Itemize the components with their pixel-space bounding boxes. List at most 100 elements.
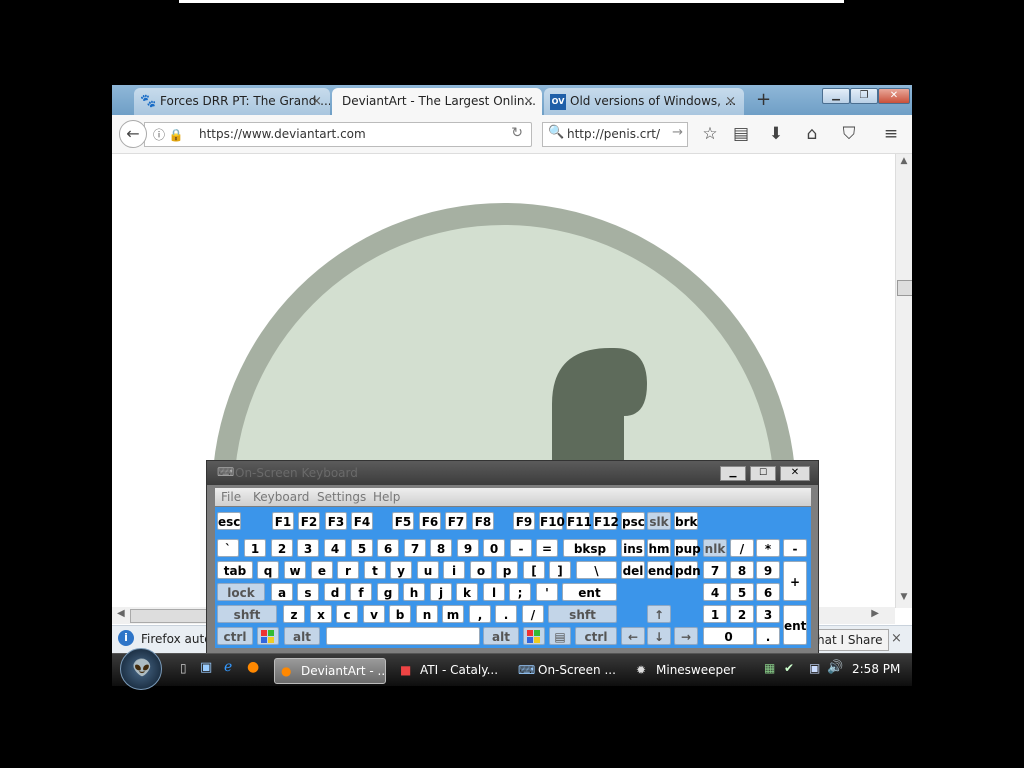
key-del[interactable]: del bbox=[621, 561, 645, 579]
key-left-alt[interactable]: alt bbox=[284, 627, 320, 645]
switch-windows-icon[interactable]: ▣ bbox=[200, 660, 212, 675]
new-tab-button[interactable]: + bbox=[756, 88, 771, 112]
check-icon[interactable]: ✔ bbox=[784, 661, 794, 675]
search-bar[interactable]: 🔍 http://penis.crt/ → bbox=[542, 122, 688, 147]
key-f3[interactable]: F3 bbox=[325, 512, 347, 530]
taskbar-item-deviantart[interactable]: ● DeviantArt - ... bbox=[274, 658, 386, 684]
key-4[interactable]: 4 bbox=[324, 539, 346, 557]
key-semicolon[interactable]: ; bbox=[509, 583, 531, 601]
restore-button[interactable]: ❐ bbox=[850, 88, 878, 104]
key-a[interactable]: a bbox=[271, 583, 293, 601]
key-q[interactable]: q bbox=[257, 561, 279, 579]
key-numlock[interactable]: nlk bbox=[703, 539, 727, 557]
key-pageup[interactable]: pup bbox=[674, 539, 701, 557]
key-num-3[interactable]: 3 bbox=[756, 605, 780, 623]
key-n[interactable]: n bbox=[416, 605, 438, 623]
reading-list-icon[interactable]: ▤ bbox=[730, 124, 752, 144]
key-1[interactable]: 1 bbox=[244, 539, 266, 557]
key-z[interactable]: z bbox=[283, 605, 305, 623]
key-f1[interactable]: F1 bbox=[272, 512, 294, 530]
key-w[interactable]: w bbox=[284, 561, 306, 579]
key-capslock[interactable]: lock bbox=[217, 583, 265, 601]
key-right-ctrl[interactable]: ctrl bbox=[575, 627, 617, 645]
scroll-right-icon[interactable]: ▶ bbox=[871, 608, 879, 619]
key-r[interactable]: r bbox=[337, 561, 359, 579]
key-l[interactable]: l bbox=[483, 583, 505, 601]
key-left-ctrl[interactable]: ctrl bbox=[217, 627, 253, 645]
tab-old-versions[interactable]: OV Old versions of Windows, ... × bbox=[544, 88, 744, 115]
osk-title-bar[interactable]: ⌨ On-Screen Keyboard ▁ ☐ ✕ bbox=[207, 461, 818, 485]
key-minus[interactable]: - bbox=[510, 539, 532, 557]
key-arrow-left[interactable]: ← bbox=[621, 627, 645, 645]
go-arrow-icon[interactable]: → bbox=[672, 125, 683, 140]
key-f7[interactable]: F7 bbox=[445, 512, 467, 530]
key-x[interactable]: x bbox=[310, 605, 332, 623]
key-num-plus[interactable]: + bbox=[783, 561, 807, 601]
key-quote[interactable]: ' bbox=[536, 583, 558, 601]
key-y[interactable]: y bbox=[390, 561, 412, 579]
menu-help[interactable]: Help bbox=[373, 488, 400, 506]
key-f2[interactable]: F2 bbox=[298, 512, 320, 530]
key-2[interactable]: 2 bbox=[271, 539, 293, 557]
tab-forces-drr[interactable]: 🐾 Forces DRR PT: The Grand ... × bbox=[134, 88, 330, 115]
key-9[interactable]: 9 bbox=[457, 539, 479, 557]
key-f10[interactable]: F10 bbox=[539, 512, 565, 530]
start-button[interactable]: 👽 bbox=[120, 648, 162, 690]
key-left-shift[interactable]: shft bbox=[217, 605, 277, 623]
key-5[interactable]: 5 bbox=[351, 539, 373, 557]
key-period[interactable]: . bbox=[495, 605, 517, 623]
key-t[interactable]: t bbox=[364, 561, 386, 579]
key-p[interactable]: p bbox=[496, 561, 518, 579]
home-icon[interactable]: ⌂ bbox=[801, 124, 823, 144]
vertical-scrollbar[interactable]: ▲ ▼ bbox=[895, 154, 912, 608]
url-bar[interactable]: ⓘ 🔒 https://www.deviantart.com ↻ bbox=[144, 122, 532, 147]
key-i[interactable]: i bbox=[443, 561, 465, 579]
key-esc[interactable]: esc bbox=[217, 512, 241, 530]
key-lbracket[interactable]: [ bbox=[523, 561, 545, 579]
key-right-shift[interactable]: shft bbox=[548, 605, 617, 623]
close-tab-icon[interactable]: × bbox=[523, 88, 534, 115]
key-right-alt[interactable]: alt bbox=[483, 627, 519, 645]
close-tab-icon[interactable]: × bbox=[311, 88, 322, 115]
key-8[interactable]: 8 bbox=[430, 539, 452, 557]
close-tab-icon[interactable]: × bbox=[725, 88, 736, 115]
tab-deviantart[interactable]: DeviantArt - The Largest Onlin... × bbox=[332, 88, 542, 115]
key-f[interactable]: f bbox=[350, 583, 372, 601]
scroll-down-icon[interactable]: ▼ bbox=[898, 592, 910, 604]
key-j[interactable]: j bbox=[430, 583, 452, 601]
key-k[interactable]: k bbox=[456, 583, 478, 601]
show-desktop-icon[interactable]: ▯ bbox=[180, 661, 187, 675]
taskbar-item-osk[interactable]: ⌨ On-Screen ... bbox=[512, 658, 622, 682]
key-num-7[interactable]: 7 bbox=[703, 561, 727, 579]
key-e[interactable]: e bbox=[311, 561, 333, 579]
key-num-multiply[interactable]: * bbox=[756, 539, 780, 557]
bookmark-star-icon[interactable]: ☆ bbox=[699, 124, 721, 144]
key-s[interactable]: s bbox=[297, 583, 319, 601]
key-num-enter[interactable]: ent bbox=[783, 605, 807, 645]
key-home[interactable]: hm bbox=[647, 539, 671, 557]
key-f12[interactable]: F12 bbox=[593, 512, 619, 530]
site-info-icon[interactable]: ⓘ 🔒 bbox=[153, 126, 184, 143]
back-button[interactable]: ← bbox=[119, 120, 147, 148]
key-num-divide[interactable]: / bbox=[730, 539, 754, 557]
scroll-thumb[interactable] bbox=[897, 280, 912, 296]
clock[interactable]: 2:58 PM bbox=[852, 662, 900, 676]
taskbar-item-ati[interactable]: ■ ATI - Cataly... bbox=[394, 658, 504, 682]
key-arrow-right[interactable]: → bbox=[674, 627, 698, 645]
volume-icon[interactable]: 🔊 bbox=[827, 660, 843, 675]
key-backslash[interactable]: \ bbox=[576, 561, 617, 579]
close-window-button[interactable]: ✕ bbox=[878, 88, 910, 104]
firefox-icon[interactable]: ● bbox=[247, 659, 259, 675]
windows-logo-icon[interactable] bbox=[523, 627, 545, 645]
key-g[interactable]: g bbox=[377, 583, 399, 601]
windows-logo-icon[interactable] bbox=[257, 627, 279, 645]
pocket-icon[interactable]: ⛉ bbox=[838, 124, 860, 144]
key-f6[interactable]: F6 bbox=[419, 512, 441, 530]
key-v[interactable]: v bbox=[363, 605, 385, 623]
menu-settings[interactable]: Settings bbox=[317, 488, 366, 506]
key-psc[interactable]: psc bbox=[621, 512, 645, 530]
menu-file[interactable]: File bbox=[221, 488, 241, 506]
key-d[interactable]: d bbox=[324, 583, 346, 601]
key-h[interactable]: h bbox=[403, 583, 425, 601]
key-num-6[interactable]: 6 bbox=[756, 583, 780, 601]
